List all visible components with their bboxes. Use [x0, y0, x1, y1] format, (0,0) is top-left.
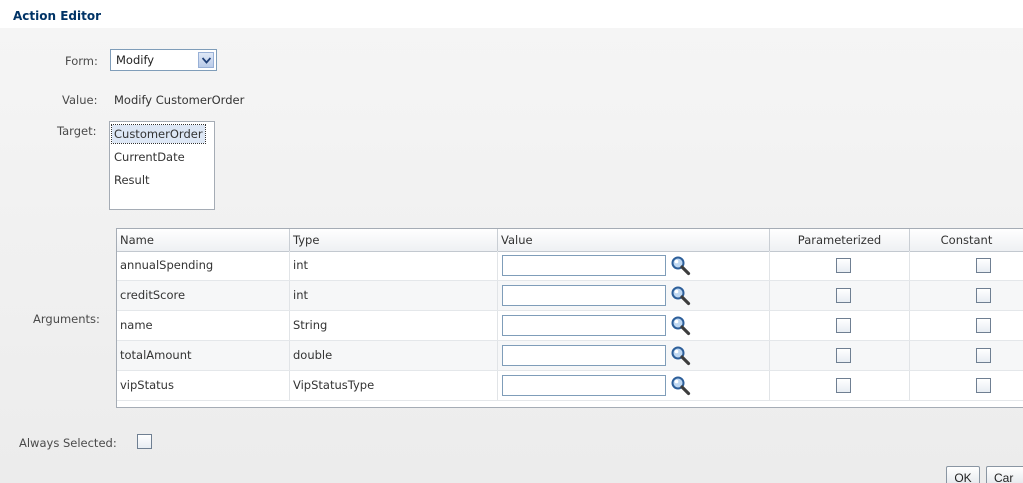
column-header-type[interactable]: Type — [290, 229, 498, 251]
target-item-customerorder[interactable]: CustomerOrder — [111, 124, 206, 144]
constant-cell — [910, 281, 1023, 310]
column-header-parameterized[interactable]: Parameterized — [770, 229, 910, 251]
chevron-down-icon[interactable] — [198, 52, 214, 68]
always-selected-label: Always Selected: — [19, 436, 117, 450]
argument-name: totalAmount — [117, 341, 290, 370]
table-row: name String — [117, 311, 1023, 341]
magnifier-icon[interactable] — [670, 345, 692, 366]
parameterized-checkbox[interactable] — [836, 348, 851, 363]
constant-checkbox[interactable] — [976, 348, 991, 363]
argument-value-input[interactable] — [502, 285, 666, 306]
value-label: Value: — [62, 93, 98, 107]
constant-checkbox[interactable] — [976, 318, 991, 333]
argument-value-cell — [498, 341, 770, 370]
argument-type: String — [290, 311, 498, 340]
table-row: creditScore int — [117, 281, 1023, 311]
constant-cell — [910, 341, 1023, 370]
constant-checkbox[interactable] — [976, 288, 991, 303]
argument-value-cell — [498, 281, 770, 310]
magnifier-icon[interactable] — [670, 375, 692, 396]
parameterized-checkbox[interactable] — [836, 318, 851, 333]
argument-type: int — [290, 251, 498, 280]
argument-value-input[interactable] — [502, 375, 666, 396]
page-title: Action Editor — [13, 9, 102, 23]
form-select-value: Modify — [116, 53, 155, 67]
table-row: annualSpending int — [117, 251, 1023, 281]
target-label: Target: — [57, 124, 97, 138]
ok-button[interactable]: OK — [946, 466, 980, 483]
argument-value-cell — [498, 311, 770, 340]
magnifier-icon[interactable] — [670, 315, 692, 336]
argument-value-cell — [498, 251, 770, 280]
parameterized-cell — [770, 341, 910, 370]
form-label: Form: — [65, 54, 98, 68]
target-item-result[interactable]: Result — [112, 171, 152, 189]
parameterized-cell — [770, 281, 910, 310]
action-editor-page: Action Editor Form: Modify Value: Modify… — [0, 0, 1023, 483]
argument-name: creditScore — [117, 281, 290, 310]
parameterized-cell — [770, 371, 910, 400]
argument-type: double — [290, 341, 498, 370]
always-selected-checkbox[interactable] — [137, 434, 152, 449]
target-item-currentdate[interactable]: CurrentDate — [112, 148, 187, 166]
magnifier-icon[interactable] — [670, 255, 692, 276]
column-header-constant[interactable]: Constant — [910, 229, 1023, 251]
argument-name: name — [117, 311, 290, 340]
form-select[interactable]: Modify — [110, 49, 217, 71]
argument-value-input[interactable] — [502, 345, 666, 366]
constant-checkbox[interactable] — [976, 378, 991, 393]
constant-checkbox[interactable] — [976, 258, 991, 273]
arguments-label: Arguments: — [33, 312, 100, 326]
constant-cell — [910, 371, 1023, 400]
target-list[interactable]: CustomerOrder CurrentDate Result — [109, 121, 215, 210]
parameterized-cell — [770, 251, 910, 280]
value-text: Modify CustomerOrder — [114, 93, 245, 107]
cancel-button[interactable]: Car — [986, 466, 1023, 483]
parameterized-cell — [770, 311, 910, 340]
table-header: Name Type Value Parameterized Constant — [117, 229, 1023, 252]
constant-cell — [910, 251, 1023, 280]
argument-value-input[interactable] — [502, 315, 666, 336]
argument-type: VipStatusType — [290, 371, 498, 400]
parameterized-checkbox[interactable] — [836, 378, 851, 393]
constant-cell — [910, 311, 1023, 340]
table-row: totalAmount double — [117, 341, 1023, 371]
argument-name: annualSpending — [117, 251, 290, 280]
column-header-value[interactable]: Value — [498, 229, 770, 251]
parameterized-checkbox[interactable] — [836, 288, 851, 303]
argument-value-input[interactable] — [502, 255, 666, 276]
argument-type: int — [290, 281, 498, 310]
table-row: vipStatus VipStatusType — [117, 371, 1023, 401]
argument-value-cell — [498, 371, 770, 400]
arguments-table: Name Type Value Parameterized Constant a… — [116, 228, 1023, 408]
header-band: Action Editor — [0, 0, 1023, 28]
column-header-name[interactable]: Name — [117, 229, 290, 251]
magnifier-icon[interactable] — [670, 285, 692, 306]
argument-name: vipStatus — [117, 371, 290, 400]
parameterized-checkbox[interactable] — [836, 258, 851, 273]
